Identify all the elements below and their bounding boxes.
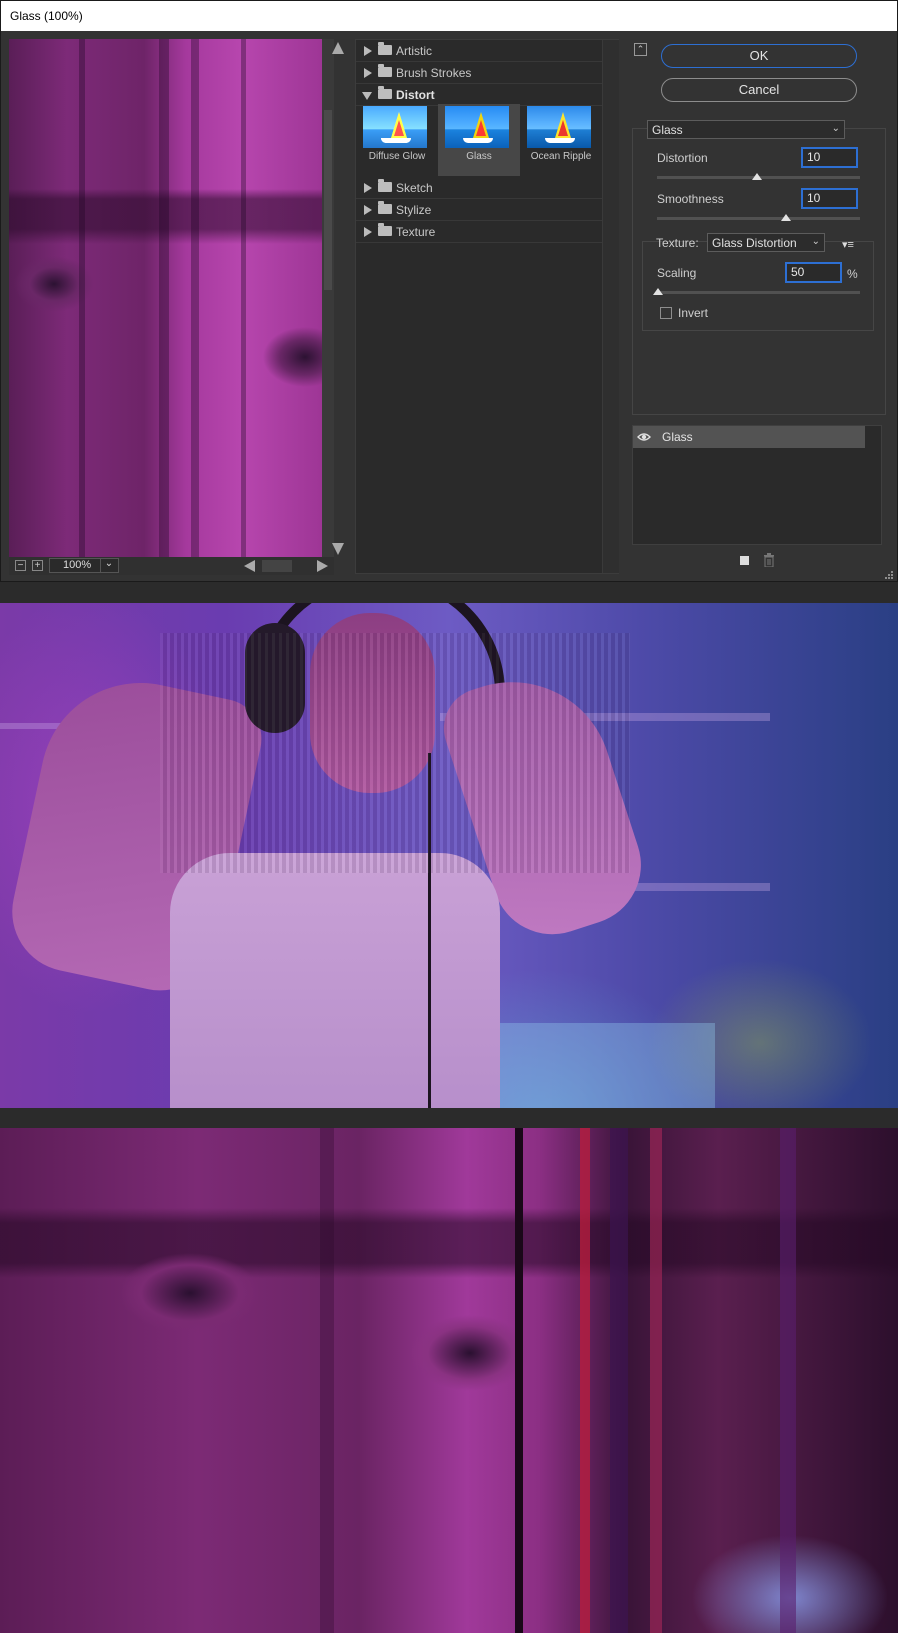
distortion-label: Distortion <box>657 151 708 165</box>
trash-icon[interactable] <box>763 553 775 567</box>
expand-arrow-icon <box>364 183 372 193</box>
gallery-scrollbar[interactable] <box>602 40 619 573</box>
expand-arrow-icon <box>364 227 372 237</box>
chevron-down-icon: ⌄ <box>811 236 820 247</box>
collapse-icon[interactable]: ⌃ <box>634 43 647 56</box>
category-distort[interactable]: Distort <box>356 85 602 106</box>
zoom-value: 100% <box>63 559 92 571</box>
zoom-out-button[interactable]: − <box>15 560 26 571</box>
scaling-slider-knob[interactable] <box>653 288 663 295</box>
preview-vertical-scroll-thumb[interactable] <box>324 110 332 290</box>
folder-icon <box>378 223 392 236</box>
smoothness-label: Smoothness <box>657 192 724 206</box>
distortion-slider-knob[interactable] <box>752 173 762 180</box>
smoothness-slider-track[interactable] <box>657 217 860 220</box>
category-stylize[interactable]: Stylize <box>356 200 602 221</box>
sailboat-thumbnail <box>527 106 591 148</box>
category-texture[interactable]: Texture <box>356 222 602 243</box>
preview-image <box>9 39 331 557</box>
ok-button[interactable]: OK <box>661 44 857 68</box>
expand-arrow-icon <box>364 205 372 215</box>
panel-menu-icon[interactable]: ▾≡ <box>842 238 858 252</box>
expand-arrow-icon <box>364 68 372 78</box>
sailboat-thumbnail <box>363 106 427 148</box>
texture-label: Texture: <box>656 236 699 250</box>
glass-effect-closeup-photo <box>0 1128 898 1633</box>
folder-open-icon <box>378 86 392 99</box>
folder-icon <box>378 179 392 192</box>
filter-select[interactable]: Glass ⌄ <box>647 120 845 139</box>
chevron-down-icon: ⌄ <box>831 123 840 134</box>
zoom-select[interactable]: 100% ⌄ <box>49 558 119 573</box>
folder-icon <box>378 64 392 77</box>
scroll-down-icon[interactable] <box>332 543 344 555</box>
category-artistic[interactable]: Artistic <box>356 41 602 62</box>
scroll-up-icon[interactable] <box>332 42 344 54</box>
folder-icon <box>378 42 392 55</box>
preview-horizontal-scroll-thumb[interactable] <box>262 560 292 572</box>
distortion-input[interactable]: 10 <box>801 147 858 168</box>
filter-thumb-ocean-ripple[interactable]: Ocean Ripple <box>520 104 602 176</box>
new-effect-layer-icon[interactable] <box>738 554 750 566</box>
scaling-input[interactable]: 50 <box>785 262 842 283</box>
resize-grip-icon[interactable] <box>884 570 894 580</box>
texture-select[interactable]: Glass Distortion ⌄ <box>707 233 825 252</box>
scaling-label: Scaling <box>657 266 697 280</box>
dialog-title: Glass (100%) <box>10 9 83 23</box>
title-bar: Glass (100%) <box>1 1 897 31</box>
expand-arrow-icon <box>364 46 372 56</box>
zoom-in-button[interactable]: + <box>32 560 43 571</box>
filter-gallery-list: Artistic Brush Strokes Distort Diffuse G… <box>355 39 619 574</box>
category-sketch[interactable]: Sketch <box>356 178 602 199</box>
category-brush-strokes[interactable]: Brush Strokes <box>356 63 602 84</box>
scroll-right-icon[interactable] <box>317 560 328 572</box>
preview-pane[interactable] <box>9 39 331 557</box>
chevron-down-icon: ⌄ <box>100 558 117 573</box>
scroll-left-icon[interactable] <box>244 560 255 572</box>
effect-layer-name: Glass <box>662 430 693 444</box>
filter-thumb-glass[interactable]: Glass <box>438 104 520 176</box>
collapse-arrow-icon <box>362 92 372 100</box>
smoothness-slider-knob[interactable] <box>781 214 791 221</box>
filter-thumb-diffuse-glow[interactable]: Diffuse Glow <box>356 104 438 176</box>
texture-group <box>642 241 874 331</box>
smoothness-input[interactable]: 10 <box>801 188 858 209</box>
sailboat-thumbnail <box>445 106 509 148</box>
folder-icon <box>378 201 392 214</box>
scaling-slider-track[interactable] <box>657 291 860 294</box>
scaling-unit: % <box>847 267 858 281</box>
eye-icon[interactable] <box>637 431 651 443</box>
invert-label: Invert <box>678 306 709 320</box>
cancel-button[interactable]: Cancel <box>661 78 857 102</box>
invert-checkbox[interactable] <box>660 307 672 319</box>
glass-effect-result-photo <box>0 603 898 1108</box>
